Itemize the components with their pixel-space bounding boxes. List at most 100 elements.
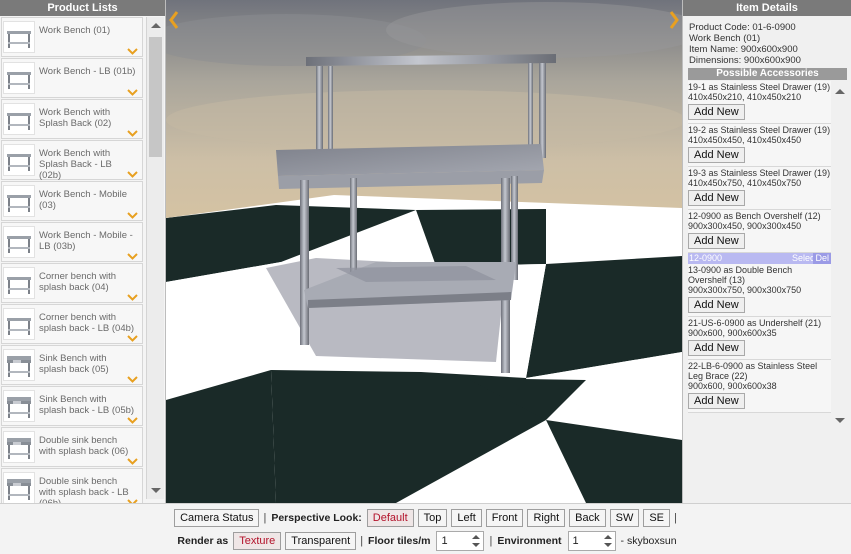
- list-item[interactable]: Work Bench - Mobile - LB (03b): [1, 222, 143, 262]
- chevron-down-icon[interactable]: [127, 376, 138, 383]
- add-new-button[interactable]: Add New: [688, 190, 745, 206]
- nav-left-arrow-icon[interactable]: [168, 10, 180, 30]
- view-front-button[interactable]: Front: [485, 509, 524, 527]
- separator: |: [674, 512, 677, 524]
- product-code: Product Code: 01-6-0900: [689, 22, 796, 33]
- accessory-item: 13-0900 as Double Bench Overshelf (13) 90…: [688, 264, 831, 317]
- chevron-down-icon[interactable]: [127, 294, 138, 301]
- separator: |: [489, 535, 493, 547]
- sink-thumbnail: [3, 472, 35, 503]
- accessory-item: 19-1 as Stainless Steel Drawer (19) 410x4…: [688, 81, 831, 124]
- list-item[interactable]: Work Bench (01): [1, 17, 143, 57]
- list-item-label: Work Bench - Mobile - LB (03b): [39, 230, 133, 252]
- add-new-button[interactable]: Add New: [688, 233, 745, 249]
- bench-thumbnail: [3, 144, 35, 176]
- accessory-item: 12-0900 as Bench Overshelf (12) 900x300x4…: [688, 210, 831, 253]
- bench-thumbnail: [3, 21, 35, 53]
- decrement-icon[interactable]: [472, 543, 481, 547]
- chevron-down-icon[interactable]: [127, 458, 138, 465]
- bench-thumbnail: [3, 267, 35, 299]
- list-item-label: Double sink bench with splash back - LB …: [39, 476, 129, 503]
- scroll-thumb[interactable]: [149, 37, 162, 157]
- item-name: Item Name: 900x600x900: [689, 44, 798, 55]
- scroll-down-icon[interactable]: [151, 488, 161, 493]
- environment-stepper[interactable]: 1: [567, 531, 616, 551]
- add-new-button[interactable]: Add New: [688, 104, 745, 120]
- list-item[interactable]: Corner bench with splash back - LB (04b): [1, 304, 143, 344]
- render-transparent-button[interactable]: Transparent: [285, 532, 357, 550]
- bench-3d-scene[interactable]: [166, 0, 682, 503]
- accessory-item: 21-US-6-0900 as Undershelf (21) 900x600, …: [688, 317, 831, 360]
- item-details-title: Item Details: [683, 0, 851, 16]
- view-right-button[interactable]: Right: [527, 509, 566, 527]
- list-item-label: Work Bench - Mobile (03): [39, 189, 127, 211]
- accessory-dimensions: 900x300x450, 900x300x450: [688, 221, 802, 231]
- scroll-down-icon[interactable]: [835, 418, 845, 423]
- floor-tiles-label: Floor tiles/m: [368, 535, 431, 547]
- list-item[interactable]: Work Bench - Mobile (03): [1, 181, 143, 221]
- view-left-button[interactable]: Left: [451, 509, 482, 527]
- sink-thumbnail: [3, 390, 35, 422]
- accessory-title: 22-LB-6-0900 as Stainless Steel Leg Brac…: [688, 361, 818, 381]
- nav-right-arrow-icon[interactable]: [668, 10, 680, 30]
- accessories-list: 19-1 as Stainless Steel Drawer (19) 410x4…: [688, 81, 831, 431]
- view-se-button[interactable]: SE: [643, 509, 671, 527]
- bench-thumbnail: [3, 226, 35, 258]
- accessory-item: 19-2 as Stainless Steel Drawer (19) 410x4…: [688, 124, 831, 167]
- camera-status-button[interactable]: Camera Status: [174, 509, 260, 527]
- chevron-down-icon[interactable]: [127, 130, 138, 137]
- chevron-down-icon[interactable]: [127, 171, 138, 178]
- list-item[interactable]: Work Bench with Splash Back (02): [1, 99, 143, 139]
- list-item-label: Sink Bench with splash back - LB (05b): [39, 394, 135, 416]
- list-item-label: Corner bench with splash back - LB (04b): [39, 312, 135, 334]
- floor-tiles-stepper[interactable]: 1: [436, 531, 485, 551]
- list-item[interactable]: Sink Bench with splash back (05): [1, 345, 143, 385]
- product-list-scrollbar[interactable]: [146, 17, 164, 499]
- add-new-button[interactable]: Add New: [688, 340, 745, 356]
- chevron-down-icon[interactable]: [127, 253, 138, 260]
- accessory-dimensions: 410x450x750, 410x450x750: [688, 178, 802, 188]
- bench-thumbnail: [3, 185, 35, 217]
- view-top-button[interactable]: Top: [417, 509, 448, 527]
- chevron-down-icon[interactable]: [127, 48, 138, 55]
- accessory-dimensions: 900x600, 900x600x38: [688, 381, 777, 391]
- environment-value: 1: [572, 535, 579, 547]
- selected-accessory-code: 12-0900: [689, 253, 723, 263]
- accessories-scrollbar[interactable]: [833, 81, 847, 431]
- scroll-up-icon[interactable]: [151, 23, 161, 28]
- list-item[interactable]: Sink Bench with splash back - LB (05b): [1, 386, 143, 426]
- increment-icon[interactable]: [603, 535, 612, 539]
- chevron-down-icon[interactable]: [127, 212, 138, 219]
- increment-icon[interactable]: [472, 535, 481, 539]
- add-new-button[interactable]: Add New: [688, 297, 745, 313]
- item-dimensions: Dimensions: 900x600x900: [689, 55, 801, 66]
- selected-accessory-row[interactable]: 12-0900 Select Del: [688, 253, 831, 264]
- environment-name: - skyboxsun: [620, 535, 677, 547]
- delete-link[interactable]: Del: [813, 253, 831, 264]
- accessory-dimensions: 410x450x210, 410x450x210: [688, 92, 802, 102]
- add-new-button[interactable]: Add New: [688, 393, 745, 409]
- camera-toolbar-row: Camera Status | Perspective Look: Defaul…: [0, 506, 851, 530]
- view-sw-button[interactable]: SW: [609, 509, 640, 527]
- list-item[interactable]: Work Bench - LB (01b): [1, 58, 143, 98]
- decrement-icon[interactable]: [603, 543, 612, 547]
- list-item[interactable]: Corner bench with splash back (04): [1, 263, 143, 303]
- list-item[interactable]: Double sink bench with splash back - LB …: [1, 468, 143, 503]
- chevron-down-icon[interactable]: [127, 417, 138, 424]
- product-list-panel: Product Lists Work Bench (01) Work Bench …: [0, 0, 166, 503]
- 3d-viewport[interactable]: [166, 0, 682, 503]
- list-item[interactable]: Work Bench with Splash Back - LB (02b): [1, 140, 143, 181]
- render-texture-button[interactable]: Texture: [233, 532, 282, 550]
- accessory-dimensions: 900x600, 900x600x35: [688, 328, 777, 338]
- chevron-down-icon[interactable]: [127, 335, 138, 342]
- scroll-up-icon[interactable]: [835, 89, 845, 94]
- list-item[interactable]: Double sink bench with splash back (06): [1, 427, 143, 467]
- view-back-button[interactable]: Back: [569, 509, 606, 527]
- view-default-button[interactable]: Default: [366, 509, 414, 527]
- list-item-label: Sink Bench with splash back (05): [39, 353, 109, 375]
- add-new-button[interactable]: Add New: [688, 147, 745, 163]
- separator: |: [263, 512, 267, 524]
- perspective-label: Perspective Look:: [271, 512, 362, 524]
- possible-accessories-title: Possible Accessories: [688, 68, 847, 80]
- chevron-down-icon[interactable]: [127, 89, 138, 96]
